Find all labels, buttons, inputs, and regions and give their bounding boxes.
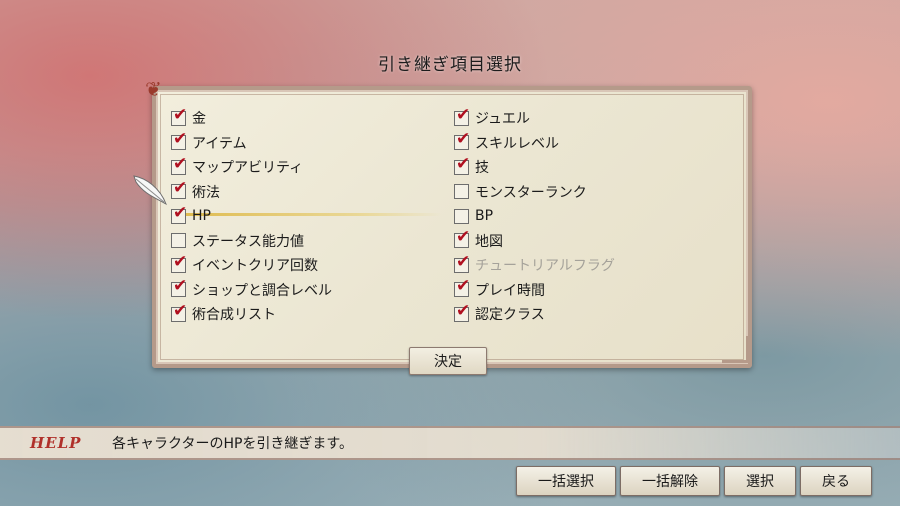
checklist-item[interactable]: ✔ 金 [171,106,332,131]
checkmark-icon: ✔ [456,300,471,321]
checklist-item-label: 地図 [475,233,503,250]
checklist-item[interactable]: BP [454,204,615,229]
checklist-item[interactable]: ✔ 地図 [454,229,615,254]
checkbox[interactable]: ✔ [454,155,470,175]
checkmark-icon: ✔ [173,129,188,150]
right-column: ✔ ジュエル ✔ スキルレベル ✔ 技モンスターランク BP ✔ 地図 ✔ チュートリアルフラグ ✔ プ… [454,106,615,327]
checkmark-icon: ✔ [456,104,471,125]
checklist-item-label: スキルレベル [475,135,559,152]
checklist-item-label: 術合成リスト [192,307,276,324]
checklist-item[interactable]: ステータス能力値 [171,229,332,254]
checklist-item-label: 認定クラス [475,307,545,324]
checklist-item-label: ステータス能力値 [192,233,304,250]
checkmark-icon: ✔ [456,227,471,248]
panel-corner-ornament [722,336,749,363]
checklist-item[interactable]: ✔ スキルレベル [454,131,615,156]
checklist-item-label: イベントクリア回数 [192,258,318,275]
checklist-item-label: チュートリアルフラグ [475,258,615,275]
checklist-item[interactable]: ✔ プレイ時間 [454,278,615,303]
checklist-item-label: 術法 [192,184,220,201]
select-all-button[interactable]: 一括選択 [516,466,616,496]
checklist-item[interactable]: ✔ HP [171,204,332,229]
checkmark-icon: ✔ [173,202,188,223]
checkbox[interactable]: ✔ [171,302,187,322]
page-title: 引き継ぎ項目選択 [378,55,522,75]
feather-cursor-icon [133,175,167,206]
help-text: 各キャラクターのHPを引き継ぎます。 [112,436,354,452]
checkmark-icon: ✔ [456,276,471,297]
checkmark-icon: ✔ [173,276,188,297]
checkbox[interactable] [454,208,469,224]
checkbox[interactable]: ✔ [171,278,187,298]
checkmark-icon: ✔ [456,251,471,272]
checkbox[interactable]: ✔ [454,253,470,273]
ornament-icon: ❦ [145,77,162,101]
bottom-button-bar: 一括選択 一括解除 選択 戻る [516,466,872,496]
checklist-item[interactable]: ✔ アイテム [171,131,332,156]
checkbox[interactable]: ✔ [171,131,187,151]
left-column: ✔ 金 ✔ アイテム ✔ マップアビリティ ✔ 術法 ✔ HP ステータス能力値 ✔ イベントクリア回数… [171,106,332,327]
checkbox[interactable]: ✔ [171,106,187,126]
back-button[interactable]: 戻る [800,466,872,496]
checklist-item-label: モンスターランク [475,184,587,201]
checkbox[interactable]: ✔ [454,106,470,126]
select-button[interactable]: 選択 [724,466,796,496]
checkbox[interactable]: ✔ [454,302,470,322]
checkbox[interactable] [171,233,186,249]
deselect-all-button[interactable]: 一括解除 [620,466,720,496]
checkbox[interactable]: ✔ [171,204,187,224]
checklist-item-label: マップアビリティ [192,160,304,177]
checkbox[interactable]: ✔ [454,278,470,298]
checklist-item-label: BP [475,208,494,225]
checkmark-icon: ✔ [173,104,188,125]
checklist-item[interactable]: ✔ チュートリアルフラグ [454,253,615,278]
checklist-item-label: ジュエル [475,111,531,128]
checkmark-icon: ✔ [173,153,188,174]
checklist-item-label: アイテム [192,135,247,152]
checklist-item-label: HP [192,208,211,225]
help-bar: HELP 各キャラクターのHPを引き継ぎます。 [0,426,900,460]
checkbox[interactable]: ✔ [454,229,470,249]
checklist-item-label: ショップと調合レベル [192,282,332,299]
checkbox[interactable]: ✔ [171,155,187,175]
checklist-item[interactable]: ✔ マップアビリティ [171,155,332,180]
checklist-item[interactable]: ✔ 認定クラス [454,302,615,327]
checklist-item[interactable]: ✔ ショップと調合レベル [171,278,332,303]
checklist-item[interactable]: ✔ 術法 [171,180,332,205]
checklist-item[interactable]: ✔ ジュエル [454,106,615,131]
checkmark-icon: ✔ [456,153,471,174]
checklist-item[interactable]: ✔ 技 [454,155,615,180]
checkbox[interactable]: ✔ [454,131,470,151]
checkmark-icon: ✔ [173,178,188,199]
checkmark-icon: ✔ [173,300,188,321]
checklist-item[interactable]: ✔ 術合成リスト [171,302,332,327]
checkmark-icon: ✔ [456,129,471,150]
checkbox[interactable]: ✔ [171,180,187,200]
checklist-item[interactable]: モンスターランク [454,180,615,205]
checklist-item-label: 金 [192,111,206,128]
checkbox[interactable]: ✔ [171,253,187,273]
checklist-item[interactable]: ✔ イベントクリア回数 [171,253,332,278]
help-tag: HELP [30,434,82,452]
confirm-button[interactable]: 決定 [409,347,487,375]
checkbox[interactable] [454,184,469,200]
checklist-item-label: プレイ時間 [475,282,545,299]
checkmark-icon: ✔ [173,251,188,272]
checklist-item-label: 技 [475,160,489,177]
